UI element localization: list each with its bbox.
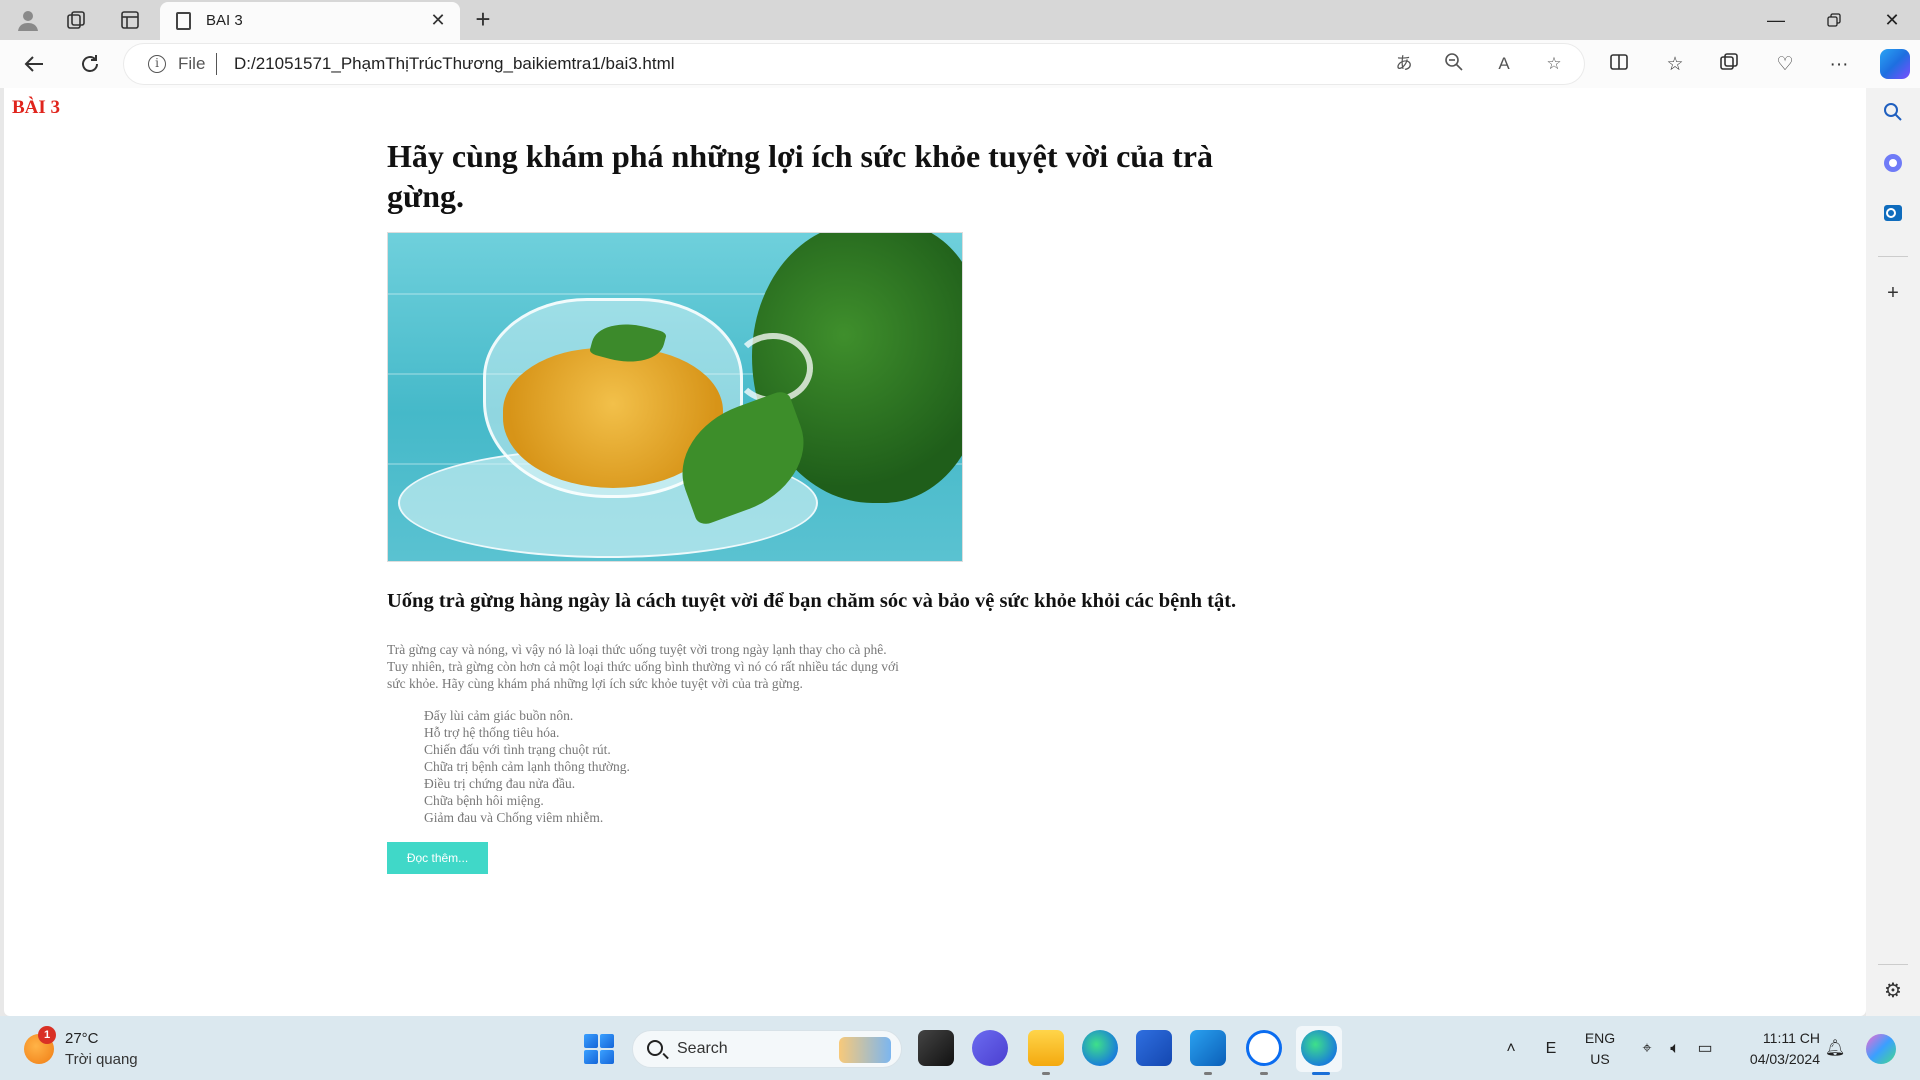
- outlook-icon[interactable]: [1880, 202, 1906, 228]
- address-divider: [216, 53, 217, 75]
- web-page: BÀI 3 Hãy cùng khám phá những lợi ích sứ…: [4, 88, 1866, 1016]
- collections-icon[interactable]: [1716, 52, 1742, 78]
- list-item: Hỗ trợ hệ thống tiêu hóa.: [424, 725, 560, 740]
- benefits-list: Đẩy lùi cảm giác buồn nôn. Hỗ trợ hệ thố…: [424, 707, 1287, 826]
- weather-notification-badge: 1: [38, 1026, 56, 1044]
- edge-sidebar: + ⚙: [1866, 88, 1920, 1016]
- task-view-icon[interactable]: [918, 1030, 954, 1066]
- edge-dev-icon[interactable]: [1301, 1030, 1337, 1066]
- clock-date[interactable]: 04/03/2024: [1730, 1051, 1820, 1067]
- zoom-out-icon[interactable]: [1442, 52, 1466, 76]
- document-icon: [176, 12, 191, 30]
- intro-line: Tuy nhiên, trà gừng còn hơn cả một loại …: [387, 659, 899, 674]
- browser-tab-strip: BAI 3 ✕ + — ✕: [0, 0, 1920, 40]
- battery-icon[interactable]: ▭: [1694, 1038, 1716, 1060]
- close-tab-icon[interactable]: ✕: [426, 8, 450, 32]
- clock-time[interactable]: 11:11 CH: [1730, 1030, 1820, 1046]
- tab-title: BAI 3: [206, 12, 243, 29]
- workspaces-icon[interactable]: [62, 6, 90, 34]
- weather-temperature[interactable]: 27°C: [65, 1030, 99, 1047]
- list-item: Chữa trị bệnh cảm lạnh thông thường.: [424, 759, 630, 774]
- sidebar-divider: [1878, 964, 1908, 965]
- article-subheading: Uống trà gừng hàng ngày là cách tuyệt vờ…: [387, 590, 1237, 612]
- list-item: Điều trị chứng đau nửa đầu.: [424, 776, 576, 791]
- translate-icon[interactable]: あ: [1392, 52, 1416, 76]
- start-button[interactable]: [584, 1034, 614, 1064]
- copilot-icon[interactable]: [1880, 49, 1910, 79]
- edge-icon[interactable]: [1082, 1030, 1118, 1066]
- running-indicator: [1042, 1072, 1050, 1075]
- list-item: Giảm đau và Chống viêm nhiễm.: [424, 810, 604, 825]
- browser-toolbar: i File D:/21051571_PhạmThịTrúcThương_bai…: [0, 40, 1920, 88]
- active-tab[interactable]: BAI 3 ✕: [160, 2, 460, 40]
- add-sidebar-app-icon[interactable]: +: [1880, 280, 1906, 306]
- list-item: Chữa bệnh hôi miệng.: [424, 793, 544, 808]
- search-highlight-art: [839, 1037, 891, 1063]
- volume-icon[interactable]: 🔈︎: [1664, 1038, 1686, 1060]
- running-indicator: [1260, 1072, 1268, 1075]
- active-indicator: [1312, 1072, 1330, 1075]
- file-explorer-icon[interactable]: [1028, 1030, 1064, 1066]
- favorites-icon[interactable]: ☆: [1662, 52, 1688, 78]
- search-icon: [647, 1040, 663, 1056]
- minimize-button[interactable]: —: [1748, 0, 1804, 40]
- url-text[interactable]: D:/21051571_PhạmThịTrúcThương_baikiemtra…: [234, 54, 675, 74]
- search-icon[interactable]: [1880, 102, 1906, 128]
- browser-essentials-icon[interactable]: ♡: [1772, 52, 1798, 78]
- copilot-taskbar-icon[interactable]: [1866, 1034, 1896, 1064]
- split-screen-icon[interactable]: [1606, 52, 1632, 78]
- address-bar[interactable]: i File D:/21051571_PhạmThịTrúcThương_bai…: [124, 44, 1584, 84]
- close-window-button[interactable]: ✕: [1864, 0, 1920, 40]
- ginger-tea-image: [387, 232, 963, 562]
- network-icon[interactable]: ⌖: [1636, 1038, 1658, 1060]
- sidebar-divider: [1878, 256, 1908, 257]
- intro-paragraph: Trà gừng cay và nóng, vì vậy nó là loại …: [387, 641, 967, 692]
- more-menu-icon[interactable]: ···: [1826, 52, 1852, 78]
- list-item: Đẩy lùi cảm giác buồn nôn.: [424, 708, 574, 723]
- language-code[interactable]: ENG: [1582, 1030, 1618, 1046]
- refresh-button[interactable]: [74, 48, 106, 80]
- restore-button[interactable]: [1806, 0, 1862, 40]
- profile-icon[interactable]: [14, 6, 42, 34]
- vscode-icon[interactable]: [1190, 1030, 1226, 1066]
- read-more-button[interactable]: Đọc thêm...: [387, 842, 488, 874]
- zalo-icon[interactable]: [1246, 1030, 1282, 1066]
- gear-icon[interactable]: ⚙: [1880, 978, 1906, 1004]
- intro-line: sức khỏe. Hãy cùng khám phá những lợi íc…: [387, 676, 803, 691]
- weather-description[interactable]: Trời quang: [65, 1051, 138, 1068]
- taskbar-search[interactable]: Search: [632, 1030, 902, 1068]
- store-icon[interactable]: [1136, 1030, 1172, 1066]
- notification-bell-icon[interactable]: 🔔︎: [1824, 1038, 1846, 1060]
- favorite-star-icon[interactable]: ☆: [1542, 52, 1566, 76]
- read-aloud-icon[interactable]: A: [1492, 52, 1516, 76]
- page-heading: Hãy cùng khám phá những lợi ích sức khỏe…: [387, 138, 1213, 214]
- file-scheme-label: File: [178, 54, 206, 73]
- running-indicator: [1204, 1072, 1212, 1075]
- vertical-tabs-icon[interactable]: [116, 6, 144, 34]
- new-tab-button[interactable]: +: [468, 5, 498, 35]
- meet-chat-icon[interactable]: [972, 1030, 1008, 1066]
- back-button[interactable]: [18, 48, 50, 80]
- info-icon[interactable]: i: [148, 55, 166, 73]
- page-label: BÀI 3: [12, 97, 61, 118]
- intro-line: Trà gừng cay và nóng, vì vậy nó là loại …: [387, 642, 887, 657]
- copilot-sidebar-icon[interactable]: [1880, 152, 1906, 178]
- list-item: Chiến đấu với tình trạng chuột rút.: [424, 742, 611, 757]
- windows-taskbar: 1 27°C Trời quang Search ˄ E ENG US ⌖ 🔈︎…: [0, 1016, 1920, 1080]
- search-label: Search: [677, 1040, 728, 1057]
- ime-icon[interactable]: E: [1540, 1038, 1562, 1060]
- chevron-up-icon[interactable]: ˄: [1500, 1038, 1522, 1060]
- language-region[interactable]: US: [1582, 1051, 1618, 1067]
- article: Hãy cùng khám phá những lợi ích sức khỏe…: [387, 136, 1287, 874]
